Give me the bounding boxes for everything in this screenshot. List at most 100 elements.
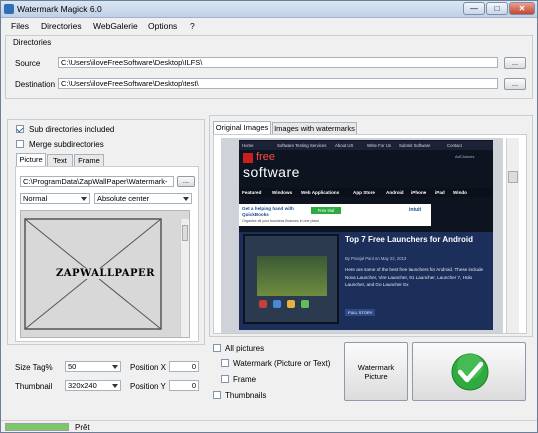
site-nav-item: About US bbox=[335, 143, 354, 148]
ad-brand: intuit bbox=[409, 207, 422, 213]
thumbnail-label: Thumbnail bbox=[15, 382, 53, 391]
all-pictures-label: All pictures bbox=[225, 344, 265, 353]
preview-scroll-thumb[interactable] bbox=[182, 225, 188, 241]
source-browse-button[interactable]: ... bbox=[504, 57, 526, 69]
maximize-button[interactable]: □ bbox=[486, 2, 508, 15]
destination-label: Destination bbox=[15, 80, 56, 89]
thumbnails-label: Thumbnails bbox=[225, 391, 267, 400]
blend-mode-value: Normal bbox=[23, 194, 48, 203]
menu-files[interactable]: Files bbox=[11, 21, 29, 31]
status-text: Prêt bbox=[75, 423, 90, 432]
position-x-label: Position X bbox=[130, 363, 167, 372]
menu-bar: Files Directories WebGalerie Options ? bbox=[1, 18, 537, 33]
menu-directories[interactable]: Directories bbox=[41, 21, 82, 31]
position-y-label: Position Y bbox=[130, 382, 166, 391]
status-bar: Prêt bbox=[1, 420, 537, 432]
chevron-down-icon bbox=[183, 197, 189, 201]
site-featured-article: Top 7 Free Launchers for Android By Pran… bbox=[239, 232, 493, 330]
frame-option-label: Frame bbox=[233, 375, 257, 384]
position-y-input[interactable]: 0 bbox=[169, 380, 199, 391]
subdirs-checkbox[interactable] bbox=[16, 125, 24, 133]
menu-help[interactable]: ? bbox=[190, 21, 195, 31]
title-bar: Watermark Magick 6.0 — □ ✕ bbox=[1, 1, 537, 18]
thumbnail-value: 320x240 bbox=[68, 381, 97, 390]
site-category: Android bbox=[386, 190, 404, 195]
site-logo-subtext: software bbox=[243, 164, 300, 180]
site-logo-text: free bbox=[256, 151, 275, 163]
checkmark-icon bbox=[451, 353, 489, 391]
directories-section-label: Directories bbox=[13, 38, 52, 47]
subdirs-label: Sub directories included bbox=[29, 125, 115, 134]
site-nav-item: Home bbox=[242, 143, 254, 148]
progress-fill bbox=[6, 424, 68, 430]
site-category: Featured bbox=[242, 190, 262, 195]
site-category: iPad bbox=[435, 190, 445, 195]
site-nav-item: Software Testing Services bbox=[277, 143, 327, 148]
watermark-picture-button[interactable]: Watermark Picture bbox=[344, 342, 408, 401]
site-category: Web Applications bbox=[301, 190, 340, 195]
article-meta: By Pranjal Pant on May 22, 2013 bbox=[345, 256, 407, 261]
thumbnails-checkbox[interactable] bbox=[213, 391, 221, 399]
position-mode-select[interactable]: Absolute center bbox=[94, 193, 192, 204]
tab-images-with-watermarks[interactable]: Images with watermarks bbox=[272, 122, 357, 134]
image-preview: Home Software Testing Services About US … bbox=[221, 138, 503, 333]
article-title: Top 7 Free Launchers for Android bbox=[345, 235, 474, 244]
watermark-browse-button[interactable]: ... bbox=[177, 176, 195, 187]
site-ad-banner: Get a helping hand with QuickBooks Free … bbox=[239, 204, 431, 226]
app-icon-green bbox=[301, 300, 309, 308]
blend-mode-select[interactable]: Normal bbox=[20, 193, 90, 204]
site-nav-item: Write For Us bbox=[367, 143, 392, 148]
close-button[interactable]: ✕ bbox=[509, 2, 535, 15]
minimize-button[interactable]: — bbox=[463, 2, 485, 15]
destination-input[interactable]: C:\Users\iloveFreeSoftware\Desktop\test\ bbox=[58, 78, 498, 89]
ad-button: Free trial bbox=[311, 207, 341, 214]
site-logo-mark bbox=[243, 153, 253, 163]
watermark-preview: ZAPWALLPAPER bbox=[20, 210, 190, 338]
chevron-down-icon bbox=[112, 365, 118, 369]
site-category: Windo bbox=[453, 190, 467, 195]
all-pictures-checkbox[interactable] bbox=[213, 344, 221, 352]
full-story-link: FULL STORY bbox=[345, 309, 376, 316]
merge-checkbox[interactable] bbox=[16, 140, 24, 148]
run-button[interactable] bbox=[412, 342, 526, 401]
images-scroll-thumb[interactable] bbox=[508, 171, 518, 183]
size-value: 50 bbox=[68, 362, 77, 371]
preview-scrollbar[interactable] bbox=[180, 219, 189, 337]
watermark-preview-text: ZAPWALLPAPER bbox=[54, 268, 157, 279]
article-phone-image bbox=[243, 234, 339, 324]
site-category: Windows bbox=[272, 190, 293, 195]
destination-browse-button[interactable]: ... bbox=[504, 78, 526, 90]
thumbnail-select[interactable]: 320x240 bbox=[65, 380, 121, 391]
site-category-bar: Featured Windows Web Applications App St… bbox=[239, 188, 493, 197]
chevron-down-icon bbox=[112, 384, 118, 388]
tab-picture[interactable]: Picture bbox=[16, 153, 46, 166]
size-label: Size Tag% bbox=[15, 363, 53, 372]
images-scrollbar[interactable] bbox=[506, 138, 519, 333]
menu-webgalerie[interactable]: WebGalerie bbox=[93, 21, 138, 31]
app-icon-red bbox=[259, 300, 267, 308]
adchoices-label: AdChoices bbox=[455, 154, 475, 159]
position-x-input[interactable]: 0 bbox=[169, 361, 199, 372]
site-nav: Home Software Testing Services About US … bbox=[239, 141, 493, 150]
site-category: App Store bbox=[353, 190, 375, 195]
position-mode-value: Absolute center bbox=[97, 194, 150, 203]
tab-text[interactable]: Text bbox=[47, 154, 73, 166]
tab-frame[interactable]: Frame bbox=[74, 154, 104, 166]
watermark-checkbox[interactable] bbox=[221, 359, 229, 367]
app-icon-yellow bbox=[287, 300, 295, 308]
source-label: Source bbox=[15, 59, 41, 68]
window-title: Watermark Magick 6.0 bbox=[17, 4, 102, 14]
source-input[interactable]: C:\Users\iloveFreeSoftware\Desktop\ILFS\ bbox=[58, 57, 498, 68]
app-icon bbox=[4, 4, 14, 14]
app-icon-blue bbox=[273, 300, 281, 308]
frame-checkbox[interactable] bbox=[221, 375, 229, 383]
menu-options[interactable]: Options bbox=[148, 21, 177, 31]
watermark-option-label: Watermark (Picture or Text) bbox=[233, 359, 331, 368]
article-body: Here are some of the best free launchers… bbox=[345, 267, 484, 287]
phone-wallpaper bbox=[257, 256, 327, 296]
watermark-path-input[interactable]: C:\ProgramData\ZapWallPaper\Watermark- bbox=[20, 176, 174, 187]
site-nav-item: Submit Software bbox=[399, 143, 431, 148]
size-select[interactable]: 50 bbox=[65, 361, 121, 372]
tab-original-images[interactable]: Original Images bbox=[213, 121, 271, 134]
website-screenshot: Home Software Testing Services About US … bbox=[239, 140, 493, 330]
